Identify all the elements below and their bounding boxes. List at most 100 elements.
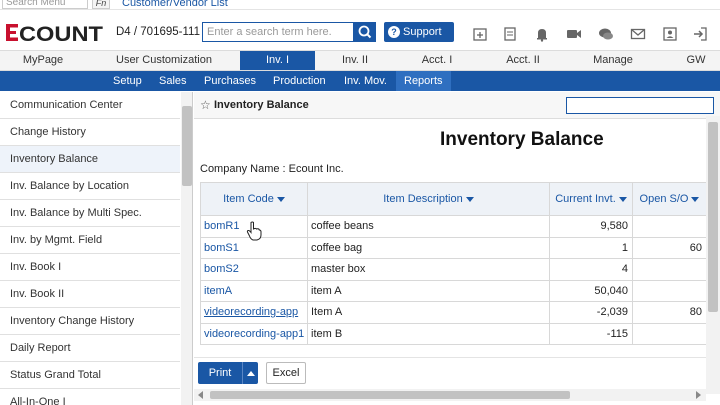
- report-title: Inventory Balance: [440, 129, 604, 150]
- caret-down-icon: [276, 196, 285, 202]
- current-invt: -2,039: [549, 301, 633, 324]
- open-so: 60: [632, 236, 707, 259]
- document-icon[interactable]: [502, 26, 518, 42]
- video-icon[interactable]: [566, 26, 582, 42]
- tab-inv-i[interactable]: Inv. I: [240, 51, 315, 70]
- open-so: [632, 279, 707, 302]
- item-code-link[interactable]: itemA: [200, 279, 308, 302]
- sidebar-item-inv-by-mgmt-field[interactable]: Inv. by Mgmt. Field: [0, 227, 180, 254]
- sidebar: Communication Center Change History Inve…: [0, 92, 193, 405]
- column-header-open-so[interactable]: Open S/O: [632, 182, 707, 216]
- search-menu-input[interactable]: Search Menu: [2, 0, 88, 9]
- item-description: coffee beans: [307, 215, 550, 238]
- mail-icon[interactable]: [630, 26, 646, 42]
- tab-user-customization[interactable]: User Customization: [102, 51, 226, 70]
- sidebar-scrollbar[interactable]: [181, 92, 192, 405]
- print-button[interactable]: Print: [198, 362, 242, 384]
- subnav-reports[interactable]: Reports: [396, 71, 451, 91]
- table-row: bomR1 coffee beans 9,580: [200, 215, 707, 238]
- search-input[interactable]: [202, 22, 354, 42]
- column-header-item-description[interactable]: Item Description: [307, 182, 550, 216]
- vertical-scrollbar-thumb[interactable]: [708, 122, 718, 312]
- tab-mypage[interactable]: MyPage: [0, 51, 86, 70]
- sidebar-item-daily-report[interactable]: Daily Report: [0, 335, 180, 362]
- hand-cursor-icon: [246, 221, 262, 241]
- print-options-button[interactable]: [242, 362, 258, 384]
- content-tab-title: Inventory Balance: [214, 99, 309, 111]
- user-icon[interactable]: [662, 26, 678, 42]
- excel-button[interactable]: Excel: [266, 362, 306, 384]
- current-invt: 4: [549, 258, 633, 281]
- table-row: videorecording-app Item A -2,039 80: [200, 301, 707, 324]
- item-description: Item A: [307, 301, 550, 324]
- fn-button[interactable]: Fn: [92, 0, 110, 9]
- sidebar-item-inventory-balance[interactable]: Inventory Balance: [0, 146, 180, 173]
- sidebar-item-inventory-change-history[interactable]: Inventory Change History: [0, 308, 180, 335]
- sidebar-item-inv-book-ii[interactable]: Inv. Book II: [0, 281, 180, 308]
- table-horizontal-scrollbar[interactable]: [194, 389, 706, 401]
- star-icon[interactable]: ☆: [200, 98, 211, 112]
- sidebar-item-inv-balance-by-location[interactable]: Inv. Balance by Location: [0, 173, 180, 200]
- sidebar-item-inv-balance-multi-spec[interactable]: Inv. Balance by Multi Spec.: [0, 200, 180, 227]
- main-nav: MyPage User Customization Inv. I Inv. II…: [0, 50, 720, 71]
- column-header-current-invt[interactable]: Current Invt.: [549, 182, 633, 216]
- scroll-left-icon[interactable]: [198, 391, 203, 399]
- company-code: D4 / 701695-111: [116, 26, 200, 38]
- item-description: item A: [307, 279, 550, 302]
- open-so: [632, 215, 707, 238]
- subnav-inv-mov[interactable]: Inv. Mov.: [344, 71, 387, 91]
- open-so: [632, 258, 707, 281]
- open-so: [632, 322, 707, 345]
- current-invt: 50,040: [549, 279, 633, 302]
- tab-acct-ii[interactable]: Acct. II: [488, 51, 558, 70]
- bell-icon[interactable]: [534, 26, 550, 42]
- sidebar-item-status-grand-total[interactable]: Status Grand Total: [0, 362, 180, 389]
- subnav-purchases[interactable]: Purchases: [204, 71, 256, 91]
- item-code-link[interactable]: bomS2: [200, 258, 308, 281]
- table-row: bomS1 coffee bag 1 60: [200, 236, 707, 259]
- open-so: 80: [632, 301, 707, 324]
- logout-icon[interactable]: [692, 26, 708, 42]
- bottom-toolbar: Print Excel: [194, 357, 706, 387]
- item-description: master box: [307, 258, 550, 281]
- new-window-icon[interactable]: [472, 26, 488, 42]
- customer-vendor-list-link[interactable]: Customer/Vendor List: [122, 0, 228, 9]
- sidebar-item-inv-book-i[interactable]: Inv. Book I: [0, 254, 180, 281]
- column-header-item-code[interactable]: Item Code: [200, 182, 308, 216]
- content-search-input[interactable]: [566, 97, 714, 114]
- support-label: Support: [403, 26, 442, 38]
- table-vertical-scrollbar[interactable]: [706, 116, 720, 394]
- tab-gw[interactable]: GW: [674, 51, 718, 70]
- company-name: Company Name : Ecount Inc.: [200, 163, 344, 175]
- support-button[interactable]: ? Support: [384, 22, 454, 55]
- table-row: videorecording-app1 item B -115: [200, 322, 707, 345]
- scroll-right-icon[interactable]: [696, 391, 701, 399]
- caret-down-icon: [465, 196, 474, 202]
- subnav-sales[interactable]: Sales: [159, 71, 187, 91]
- subnav-setup[interactable]: Setup: [113, 71, 142, 91]
- current-invt: 1: [549, 236, 633, 259]
- table-row: itemA item A 50,040: [200, 279, 707, 302]
- sidebar-item-communication-center[interactable]: Communication Center: [0, 92, 180, 119]
- ecount-logo[interactable]: COUNT: [6, 21, 104, 43]
- subnav-production[interactable]: Production: [273, 71, 326, 91]
- sidebar-scrollbar-thumb[interactable]: [182, 106, 192, 186]
- content-header: ☆ Inventory Balance: [194, 92, 720, 119]
- table-row: bomS2 master box 4: [200, 258, 707, 281]
- item-description: item B: [307, 322, 550, 345]
- sidebar-item-all-in-one-i[interactable]: All-In-One I: [0, 389, 180, 405]
- caret-down-icon: [691, 196, 700, 202]
- current-invt: 9,580: [549, 215, 633, 238]
- svg-text:COUNT: COUNT: [19, 23, 103, 43]
- chat-icon[interactable]: [598, 26, 614, 42]
- tab-manage[interactable]: Manage: [578, 51, 648, 70]
- tab-inv-ii[interactable]: Inv. II: [320, 51, 390, 70]
- caret-down-icon: [618, 196, 627, 202]
- horizontal-scrollbar-thumb[interactable]: [210, 391, 570, 399]
- item-description: coffee bag: [307, 236, 550, 259]
- search-button[interactable]: [354, 22, 376, 42]
- item-code-link[interactable]: videorecording-app1: [200, 322, 308, 345]
- sidebar-item-change-history[interactable]: Change History: [0, 119, 180, 146]
- tab-acct-i[interactable]: Acct. I: [402, 51, 472, 70]
- item-code-link[interactable]: videorecording-app: [200, 301, 308, 324]
